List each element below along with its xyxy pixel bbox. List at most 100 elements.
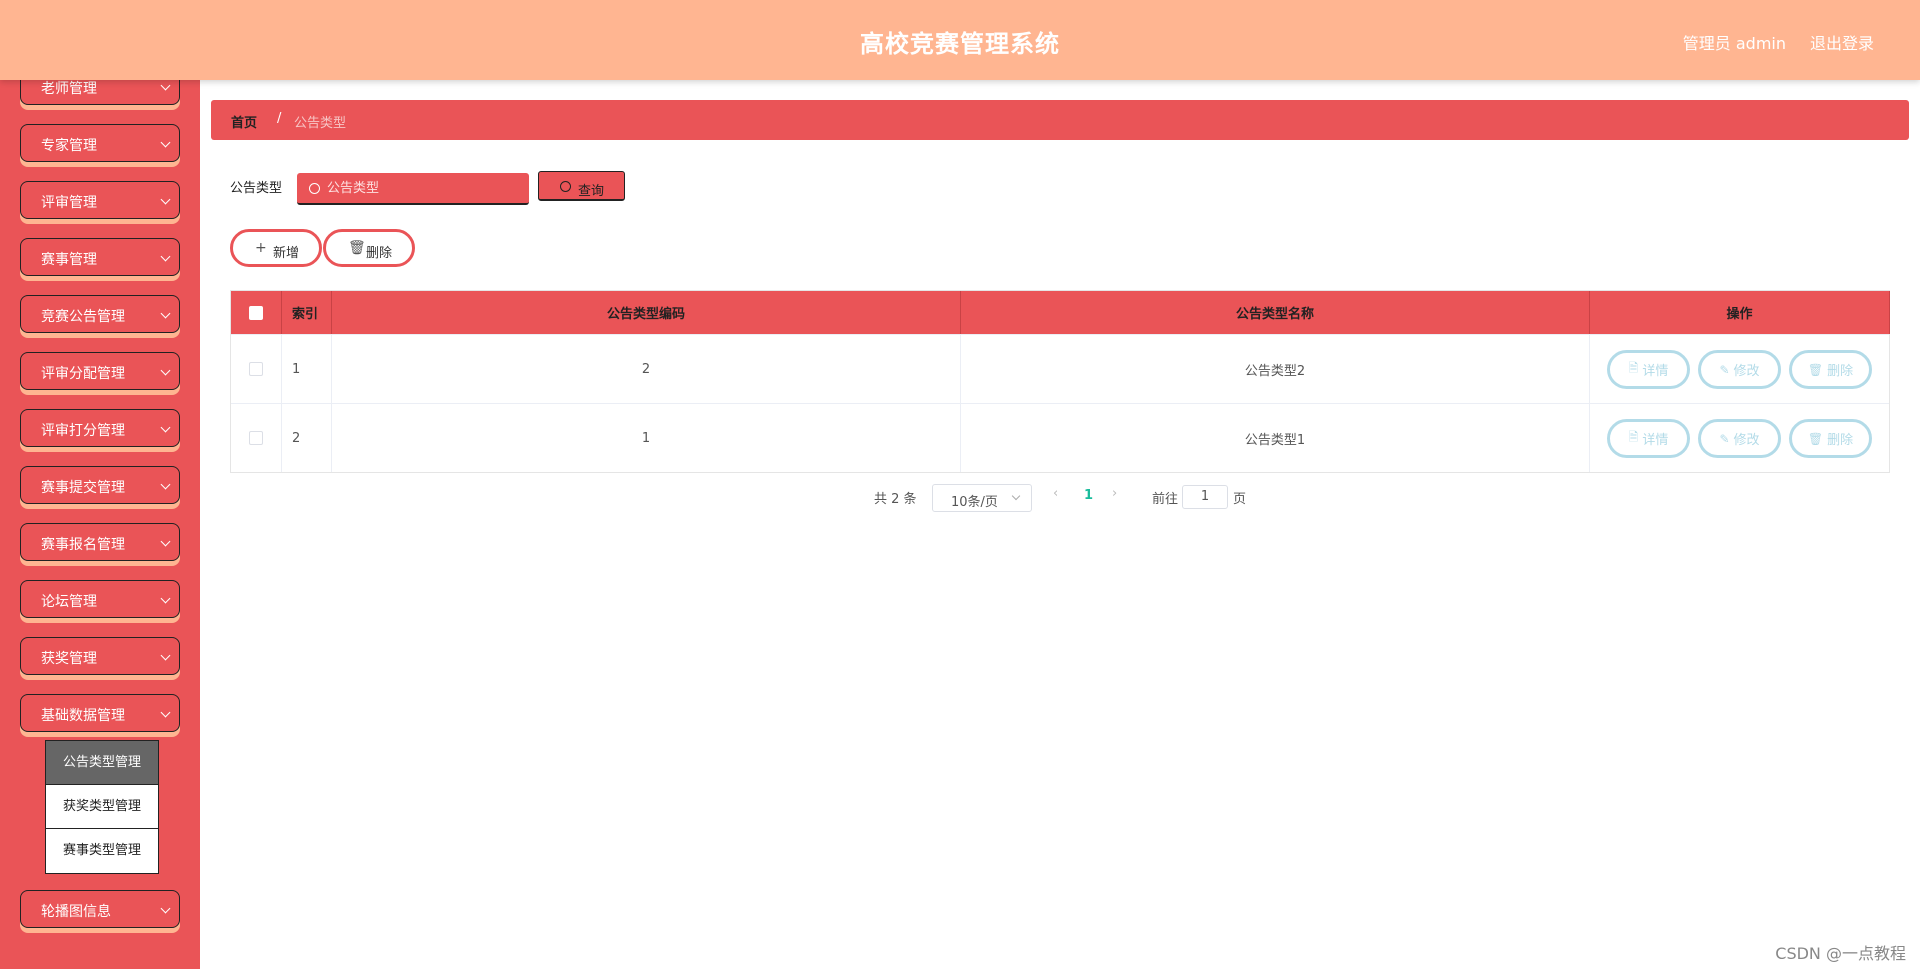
header-code: 公告类型编码 (332, 291, 961, 334)
chevron-down-icon (160, 422, 171, 433)
edit-button[interactable]: ✎ 修改 (1698, 419, 1781, 458)
chevron-down-icon (160, 593, 171, 604)
row-index: 2 (282, 404, 332, 472)
row-checkbox[interactable] (249, 431, 263, 445)
sidebar-item-label: 竞赛公告管理 (41, 309, 125, 325)
chevron-down-icon (160, 650, 171, 661)
sidebar-item-label: 评审打分管理 (41, 423, 125, 439)
sidebar-item-award[interactable]: 获奖管理 (20, 637, 180, 675)
row-select (231, 335, 282, 403)
row-select (231, 404, 282, 472)
chevron-down-icon (160, 536, 171, 547)
row-checkbox[interactable] (249, 362, 263, 376)
base-data-submenu: 公告类型管理 获奖类型管理 赛事类型管理 (45, 740, 159, 874)
sidebar-item-label: 评审管理 (41, 195, 97, 211)
page-size-value: 10条/页 (951, 495, 998, 510)
submenu-item-competition-type[interactable]: 赛事类型管理 (46, 829, 158, 873)
sidebar-item-announcement[interactable]: 竞赛公告管理 (20, 295, 180, 333)
page-number-current[interactable]: 1 (1084, 488, 1093, 503)
header-ops: 操作 (1590, 291, 1890, 334)
row-delete-button-label: 删除 (1827, 433, 1854, 448)
select-all-checkbox[interactable] (249, 305, 263, 320)
chevron-down-icon (160, 365, 171, 376)
row-index: 1 (282, 335, 332, 403)
trash-icon: 🗑 (348, 240, 366, 256)
trash-icon: 🗑 (1807, 431, 1824, 446)
breadcrumb-home[interactable]: 首页 (231, 112, 257, 131)
search-icon (309, 183, 320, 194)
detail-button-label: 详情 (1642, 433, 1669, 448)
sidebar-item-label: 评审分配管理 (41, 366, 125, 382)
query-button-label: 查询 (578, 184, 605, 199)
header-name: 公告类型名称 (961, 291, 1590, 334)
breadcrumb-separator: / (277, 111, 282, 126)
sidebar-item-competition[interactable]: 赛事管理 (20, 238, 180, 276)
logout-link[interactable]: 退出登录 (1810, 30, 1874, 54)
top-header: 高校竞赛管理系统 管理员 admin 退出登录 (0, 0, 1920, 80)
sidebar-item-submission[interactable]: 赛事提交管理 (20, 466, 180, 504)
page-unit-label: 页 (1233, 492, 1247, 507)
pencil-icon: ✎ (1719, 431, 1730, 446)
breadcrumb-current: 公告类型 (294, 116, 347, 131)
chevron-down-icon (160, 80, 171, 91)
sidebar-item-registration[interactable]: 赛事报名管理 (20, 523, 180, 561)
chevron-down-icon (160, 903, 171, 914)
add-button[interactable]: + 新增 (230, 229, 322, 267)
delete-button[interactable]: 🗑 删除 (323, 229, 415, 267)
document-icon: 🗎 (1628, 361, 1639, 375)
sidebar-item-review-assign[interactable]: 评审分配管理 (20, 352, 180, 390)
next-page-icon[interactable]: › (1112, 486, 1117, 501)
sidebar-item-carousel[interactable]: 轮播图信息 (20, 890, 180, 928)
announcement-type-table: 索引 公告类型编码 公告类型名称 操作 1 2 公告类型2 🗎 详情 ✎ 修改 🗑 删… (230, 290, 1890, 473)
pencil-icon: ✎ (1719, 362, 1730, 377)
search-input[interactable] (327, 173, 517, 203)
edit-button[interactable]: ✎ 修改 (1698, 350, 1781, 389)
sidebar-item-label: 论坛管理 (41, 594, 97, 610)
detail-button[interactable]: 🗎 详情 (1607, 419, 1690, 458)
row-ops: 🗎 详情 ✎ 修改 🗑 删除 (1590, 335, 1890, 403)
watermark: CSDN @一点教程 (1775, 944, 1906, 963)
prev-page-icon[interactable]: ‹ (1053, 486, 1058, 501)
sidebar-item-base-data[interactable]: 基础数据管理 (20, 694, 180, 732)
submenu-item-award-type[interactable]: 获奖类型管理 (46, 785, 158, 829)
sidebar-item-forum[interactable]: 论坛管理 (20, 580, 180, 618)
row-code: 2 (332, 335, 961, 403)
sidebar-item-label: 基础数据管理 (41, 708, 125, 724)
sidebar-item-label: 赛事提交管理 (41, 480, 125, 496)
search-field[interactable] (297, 173, 529, 205)
app-title: 高校竞赛管理系统 (860, 30, 1060, 58)
chevron-down-icon (160, 707, 171, 718)
row-delete-button[interactable]: 🗑 删除 (1789, 419, 1872, 458)
chevron-down-icon (160, 479, 171, 490)
sidebar-item-label: 轮播图信息 (41, 904, 111, 920)
row-ops: 🗎 详情 ✎ 修改 🗑 删除 (1590, 404, 1890, 472)
table-row: 1 2 公告类型2 🗎 详情 ✎ 修改 🗑 删除 (231, 334, 1889, 403)
edit-button-label: 修改 (1733, 364, 1760, 379)
sidebar-item-review[interactable]: 评审管理 (20, 181, 180, 219)
plus-icon: + (255, 240, 267, 256)
row-code: 1 (332, 404, 961, 472)
detail-button[interactable]: 🗎 详情 (1607, 350, 1690, 389)
header-index: 索引 (282, 291, 332, 334)
goto-label: 前往 (1152, 492, 1179, 507)
row-name: 公告类型2 (961, 335, 1590, 403)
row-delete-button[interactable]: 🗑 删除 (1789, 350, 1872, 389)
sidebar-item-label: 专家管理 (41, 138, 97, 154)
page-size-select[interactable]: 10条/页 (932, 484, 1032, 512)
sidebar-item-label: 获奖管理 (41, 651, 97, 667)
sidebar-item-expert[interactable]: 专家管理 (20, 124, 180, 162)
goto-page-input[interactable]: 1 (1182, 485, 1228, 509)
sidebar-item-review-score[interactable]: 评审打分管理 (20, 409, 180, 447)
add-button-label: 新增 (273, 246, 300, 261)
detail-button-label: 详情 (1642, 364, 1669, 379)
query-button[interactable]: 查询 (538, 171, 625, 201)
sidebar: 老师管理 专家管理 评审管理 赛事管理 竞赛公告管理 评审分配管理 评审打分管理… (0, 80, 200, 969)
submenu-item-announcement-type[interactable]: 公告类型管理 (46, 741, 158, 785)
chevron-down-icon (160, 251, 171, 262)
edit-button-label: 修改 (1733, 433, 1760, 448)
sidebar-item-label: 赛事报名管理 (41, 537, 125, 553)
row-delete-button-label: 删除 (1827, 364, 1854, 379)
search-icon (560, 181, 571, 192)
sidebar-item-teacher[interactable]: 老师管理 (20, 80, 180, 105)
table-row: 2 1 公告类型1 🗎 详情 ✎ 修改 🗑 删除 (231, 403, 1889, 472)
